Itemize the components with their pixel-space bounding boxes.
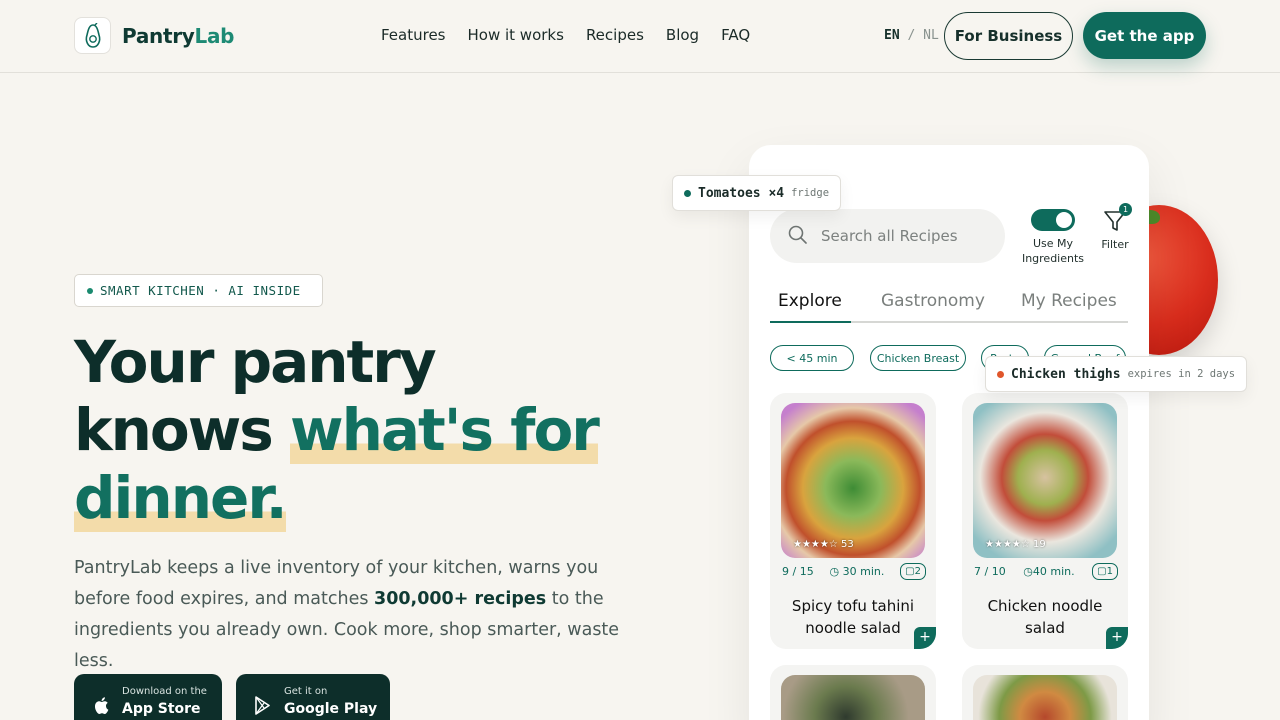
nav-item-recipes[interactable]: Recipes xyxy=(586,26,644,44)
servings-icon: ▢ xyxy=(1097,566,1107,577)
cook-time: ◷40 min. xyxy=(1023,565,1074,578)
headline-highlight-2: dinner. xyxy=(74,464,288,532)
recipe-rating: ★★★★☆ 19 xyxy=(985,539,1046,550)
ingredient-match: 9 / 15 xyxy=(782,565,814,578)
hero-badge: SMART KITCHEN · AI INSIDE xyxy=(74,274,323,307)
main-nav: Features How it works Recipes Blog FAQ xyxy=(381,26,750,44)
add-recipe-button[interactable]: + xyxy=(1106,627,1128,649)
servings-value: 2 xyxy=(914,566,921,577)
nav-item-features[interactable]: Features xyxy=(381,26,446,44)
lead-bold: 300,000+ recipes xyxy=(374,589,547,609)
nav-item-blog[interactable]: Blog xyxy=(666,26,699,44)
hero-lead: PantryLab keeps a live inventory of your… xyxy=(74,553,654,677)
recipe-image xyxy=(781,675,925,720)
recipe-search-input[interactable] xyxy=(821,227,991,245)
recipe-title: Chicken noodle salad xyxy=(987,597,1103,637)
recipe-rating: ★★★★☆ 53 xyxy=(793,539,854,550)
chip-chicken-breast[interactable]: Chicken Breast xyxy=(870,345,966,371)
avocado-icon xyxy=(74,17,111,54)
status-dot xyxy=(997,370,1004,378)
recipe-tabs: Explore Gastronomy My Recipes xyxy=(770,285,1128,323)
brand-name: PantryLab xyxy=(122,23,235,48)
recipe-meta: 9 / 15 ◷ 30 min. ▢2 xyxy=(782,563,926,580)
for-business-button[interactable]: For Business xyxy=(944,12,1073,60)
inventory-note: expires in 2 days xyxy=(1127,368,1236,380)
recipe-card[interactable] xyxy=(770,665,936,720)
site-header: PantryLab Features How it works Recipes … xyxy=(0,0,1280,73)
inventory-item: Tomatoes ×4 xyxy=(698,185,785,201)
servings: ▢2 xyxy=(900,563,926,580)
apple-icon xyxy=(90,694,112,716)
nav-item-how-it-works[interactable]: How it works xyxy=(468,26,564,44)
brand-name-part-1: Pantry xyxy=(122,23,195,48)
tab-my-recipes[interactable]: My Recipes xyxy=(1013,285,1125,321)
headline-line-2: knows xyxy=(74,396,291,464)
servings-value: 1 xyxy=(1106,566,1113,577)
headline-highlight-1: what's for xyxy=(290,396,600,464)
badge-text: SMART KITCHEN · AI INSIDE xyxy=(100,283,301,298)
recipe-card[interactable]: ★★★★☆ 19 7 / 10 ◷40 min. ▢1 Chicken nood… xyxy=(962,393,1128,649)
headline-line-1: Your pantry xyxy=(74,328,437,396)
recipe-title: Spicy tofu tahini noodle salad xyxy=(791,597,915,637)
google-play-label: Google Play xyxy=(284,701,378,717)
app-store-button[interactable]: Download on the App Store xyxy=(74,674,222,720)
app-store-small-text: Download on the xyxy=(122,686,207,697)
status-dot xyxy=(684,189,691,197)
tab-explore[interactable]: Explore xyxy=(770,285,851,323)
use-my-ingredients-toggle[interactable] xyxy=(1031,209,1075,231)
search-icon xyxy=(788,225,807,248)
filter-count-badge: 1 xyxy=(1119,203,1132,216)
chip-time[interactable]: < 45 min xyxy=(770,345,854,371)
google-play-button[interactable]: Get it on Google Play xyxy=(236,674,390,720)
lang-nl[interactable]: NL xyxy=(923,28,939,43)
cook-time-value: 30 min. xyxy=(842,565,885,578)
inventory-tag-tomatoes: Tomatoes ×4 fridge xyxy=(672,175,842,211)
inventory-note: fridge xyxy=(791,187,830,199)
hero-headline: Your pantry knows what's for dinner. xyxy=(74,328,674,532)
google-play-small-text: Get it on xyxy=(284,686,328,697)
brand-logo[interactable]: PantryLab xyxy=(74,17,235,54)
play-icon xyxy=(252,694,274,716)
add-recipe-button[interactable]: + xyxy=(914,627,936,649)
tab-gastronomy[interactable]: Gastronomy xyxy=(873,285,993,321)
app-store-label: App Store xyxy=(122,701,201,717)
filter-control[interactable]: 1 Filter xyxy=(1099,203,1132,251)
ingredient-match: 7 / 10 xyxy=(974,565,1006,578)
lang-separator: / xyxy=(907,28,916,43)
language-switcher: EN / NL xyxy=(884,28,939,43)
recipe-meta: 7 / 10 ◷40 min. ▢1 xyxy=(974,563,1118,580)
filter-icon xyxy=(1103,211,1127,236)
brand-name-part-2: Lab xyxy=(194,23,235,48)
lang-en[interactable]: EN xyxy=(884,28,900,43)
clock-icon: ◷ xyxy=(829,565,840,578)
cook-time-value: 40 min. xyxy=(1032,565,1075,578)
toggle-label: Use My Ingredients xyxy=(1021,237,1085,265)
recipe-card[interactable] xyxy=(962,665,1128,720)
servings: ▢1 xyxy=(1092,563,1118,580)
clock-icon: ◷ xyxy=(1023,565,1033,578)
servings-icon: ▢ xyxy=(905,566,915,577)
recipe-card[interactable]: ★★★★☆ 53 9 / 15 ◷ 30 min. ▢2 Spicy tofu … xyxy=(770,393,936,649)
recipe-image xyxy=(973,675,1117,720)
badge-dot xyxy=(87,287,93,294)
recipe-image: ★★★★☆ 19 xyxy=(973,403,1117,558)
use-my-ingredients-control: Use My Ingredients xyxy=(1019,209,1087,266)
cook-time: ◷ 30 min. xyxy=(830,565,885,578)
app-mockup: Use My Ingredients 1 Filter Explore Gast… xyxy=(749,145,1149,720)
get-the-app-button[interactable]: Get the app xyxy=(1083,12,1206,59)
inventory-item: Chicken thighs xyxy=(1011,366,1121,382)
recipe-image: ★★★★☆ 53 xyxy=(781,403,925,558)
recipe-search-bar[interactable] xyxy=(770,209,1005,263)
nav-item-faq[interactable]: FAQ xyxy=(721,26,750,44)
filter-label: Filter xyxy=(1101,238,1129,251)
inventory-tag-chicken: Chicken thighs expires in 2 days xyxy=(985,356,1248,392)
